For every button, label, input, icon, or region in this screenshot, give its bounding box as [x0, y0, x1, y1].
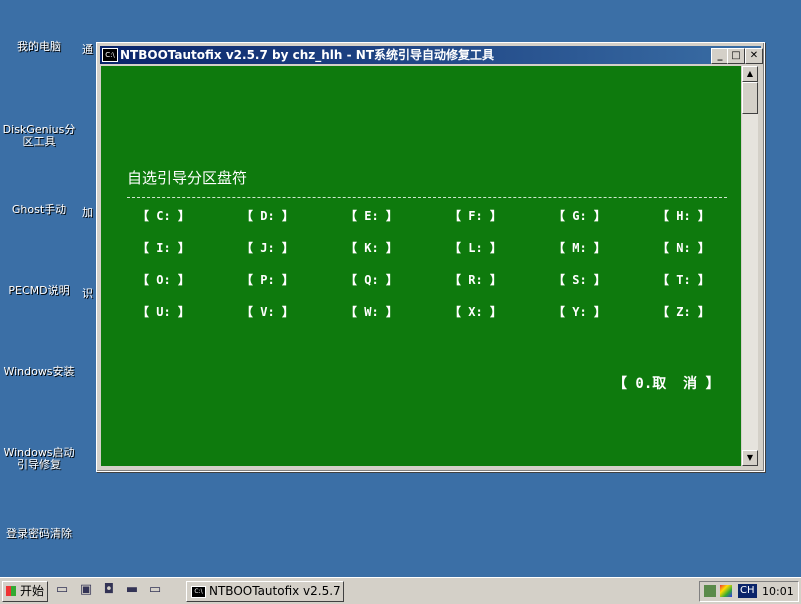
start-label: 开始	[20, 584, 45, 598]
drive-option[interactable]: 【 O: 】	[137, 271, 190, 288]
vertical-scrollbar[interactable]: ▲ ▼	[742, 66, 758, 466]
drive-option[interactable]: 【 K: 】	[345, 239, 398, 256]
window-titlebar[interactable]: C:\ NTBOOTautofix v2.5.7 by chz_hlh - NT…	[100, 46, 763, 64]
taskbar: 开始 ▭ ▣ ◘ ▬ ▭ C:\ NTBOOTautofix v2.5.7 b.…	[0, 577, 801, 604]
maximize-button[interactable]: □	[727, 48, 745, 64]
desktop-icon-windows-install[interactable]: Windows安装	[0, 366, 78, 378]
drive-option[interactable]: 【 H: 】	[657, 207, 710, 224]
cancel-option[interactable]: 【 0.取 消 】	[613, 373, 720, 393]
language-indicator[interactable]: CH	[738, 584, 757, 598]
console-task-icon: C:\	[191, 586, 206, 598]
drive-option[interactable]: 【 L: 】	[449, 239, 502, 256]
system-tray: CH 10:01	[699, 581, 799, 602]
desktop-icon-boot-repair[interactable]: Windows启动引导修复	[0, 447, 78, 471]
desktop-icon-partial[interactable]: 通	[82, 41, 93, 57]
computer-icon[interactable]: ▣	[78, 582, 94, 598]
drive-option[interactable]: 【 Q: 】	[345, 271, 398, 288]
display-icon[interactable]	[720, 585, 732, 597]
drive-option[interactable]: 【 M: 】	[553, 239, 606, 256]
window-title: NTBOOTautofix v2.5.7 by chz_hlh - NT系统引导…	[120, 48, 495, 62]
taskbar-task-ntbootautofix[interactable]: C:\ NTBOOTautofix v2.5.7 b...	[186, 581, 344, 602]
windows-logo-icon	[6, 586, 16, 596]
drive-option[interactable]: 【 G: 】	[553, 207, 606, 224]
drive-option[interactable]: 【 I: 】	[137, 239, 190, 256]
drive-option[interactable]: 【 X: 】	[449, 303, 502, 320]
desktop-icon-my-computer[interactable]: 我的电脑	[0, 41, 78, 53]
drive-option[interactable]: 【 F: 】	[449, 207, 502, 224]
clock[interactable]: 10:01	[762, 582, 794, 601]
drive-option[interactable]: 【 W: 】	[345, 303, 398, 320]
desktop-icon-partial[interactable]: 识	[82, 285, 93, 301]
drive-option[interactable]: 【 S: 】	[553, 271, 606, 288]
scroll-down-arrow-icon[interactable]: ▼	[742, 450, 758, 466]
drive-option[interactable]: 【 P: 】	[241, 271, 294, 288]
drive-option[interactable]: 【 T: 】	[657, 271, 710, 288]
drive-option[interactable]: 【 E: 】	[345, 207, 398, 224]
scroll-up-arrow-icon[interactable]: ▲	[742, 66, 758, 82]
drive-option[interactable]: 【 R: 】	[449, 271, 502, 288]
close-button[interactable]: ✕	[745, 48, 763, 64]
network-icon[interactable]	[704, 585, 716, 597]
task-label: NTBOOTautofix v2.5.7 b...	[209, 584, 343, 598]
console-app-icon[interactable]: C:\	[102, 48, 118, 62]
dashed-separator	[127, 197, 727, 198]
start-button[interactable]: 开始	[2, 581, 48, 602]
drive-option[interactable]: 【 J: 】	[241, 239, 294, 256]
drive-option[interactable]: 【 N: 】	[657, 239, 710, 256]
drive-option[interactable]: 【 Y: 】	[553, 303, 606, 320]
drive-option[interactable]: 【 U: 】	[137, 303, 190, 320]
console-window: C:\ NTBOOTautofix v2.5.7 by chz_hlh - NT…	[96, 42, 765, 472]
floppy-icon[interactable]: ◘	[101, 582, 117, 598]
console-heading: 自选引导分区盘符	[127, 169, 248, 187]
desktop-icon-diskgenius[interactable]: DiskGenius分区工具	[0, 124, 78, 148]
drive-option[interactable]: 【 C: 】	[137, 207, 190, 224]
scroll-thumb[interactable]	[742, 82, 758, 114]
console-area: 自选引导分区盘符 【 C: 】【 D: 】【 E: 】【 F: 】【 G: 】【…	[101, 66, 741, 466]
desktop-icon-pecmd[interactable]: PECMD说明	[0, 285, 78, 297]
folder-icon[interactable]: ▭	[54, 582, 70, 598]
drive-option[interactable]: 【 D: 】	[241, 207, 294, 224]
desktop-icon-partial[interactable]: 加	[82, 204, 93, 220]
drive-icon[interactable]: ▬	[124, 582, 140, 598]
drive-option[interactable]: 【 V: 】	[241, 303, 294, 320]
removable-drive-icon[interactable]: ▭	[147, 582, 163, 598]
drive-option[interactable]: 【 Z: 】	[657, 303, 710, 320]
desktop-icon-password-clear[interactable]: 登录密码清除	[0, 528, 78, 540]
desktop-icon-ghost[interactable]: Ghost手动	[0, 204, 78, 216]
